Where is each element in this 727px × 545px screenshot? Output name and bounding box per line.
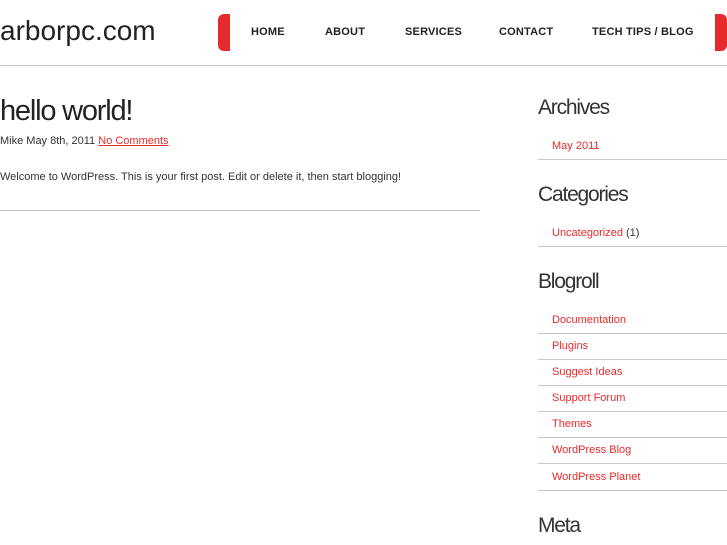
blogroll-link-themes[interactable]: Themes <box>552 418 592 430</box>
post-comments-link[interactable]: No Comments <box>98 135 168 147</box>
post-meta-text: Mike May 8th, 2011 <box>0 135 96 147</box>
blogroll-item: Plugins <box>538 334 727 360</box>
site-header: arborpc.com HOME ABOUT SERVICES CONTACT … <box>0 0 727 66</box>
site-title-link[interactable]: arborpc.com <box>0 15 156 47</box>
blogroll-item: WordPress Planet <box>538 465 727 491</box>
blogroll-item: WordPress Blog <box>538 438 727 464</box>
categories-item: Uncategorized (1) <box>538 221 727 247</box>
nav-left-cap <box>218 14 230 51</box>
post-meta: Mike May 8th, 2011 No Comments <box>0 135 169 147</box>
nav-contact[interactable]: CONTACT <box>499 26 553 38</box>
blogroll-link-documentation[interactable]: Documentation <box>552 314 626 326</box>
blogroll-item: Support Forum <box>538 386 727 412</box>
category-link-uncategorized[interactable]: Uncategorized <box>552 227 623 239</box>
post-divider <box>0 210 480 211</box>
blogroll-link-support-forum[interactable]: Support Forum <box>552 392 625 404</box>
blogroll-item: Suggest Ideas <box>538 360 727 386</box>
nav-services[interactable]: SERVICES <box>405 26 462 38</box>
nav-about[interactable]: ABOUT <box>325 26 365 38</box>
blogroll-link-wordpress-blog[interactable]: WordPress Blog <box>552 444 631 456</box>
category-entry: Uncategorized (1) <box>552 227 639 239</box>
category-count: (1) <box>626 227 640 239</box>
archive-link-may-2011[interactable]: May 2011 <box>552 140 600 152</box>
page: arborpc.com HOME ABOUT SERVICES CONTACT … <box>0 0 727 545</box>
blogroll-link-wordpress-planet[interactable]: WordPress Planet <box>552 471 640 483</box>
nav-right-cap <box>715 14 727 51</box>
archives-heading: Archives <box>538 96 610 119</box>
nav-tech-tips-blog[interactable]: TECH TIPS / BLOG <box>592 26 694 38</box>
categories-heading: Categories <box>538 183 629 206</box>
post-body: Welcome to WordPress. This is your first… <box>0 171 402 183</box>
blogroll-item: Documentation <box>538 308 727 334</box>
blogroll-heading: Blogroll <box>538 270 600 293</box>
nav-home[interactable]: HOME <box>251 26 285 38</box>
archives-item: May 2011 <box>538 134 727 160</box>
blogroll-link-plugins[interactable]: Plugins <box>552 340 588 352</box>
meta-heading: Meta <box>538 514 581 537</box>
post-title[interactable]: hello world! <box>0 95 133 128</box>
blogroll-item: Themes <box>538 412 727 438</box>
blogroll-link-suggest-ideas[interactable]: Suggest Ideas <box>552 366 622 378</box>
